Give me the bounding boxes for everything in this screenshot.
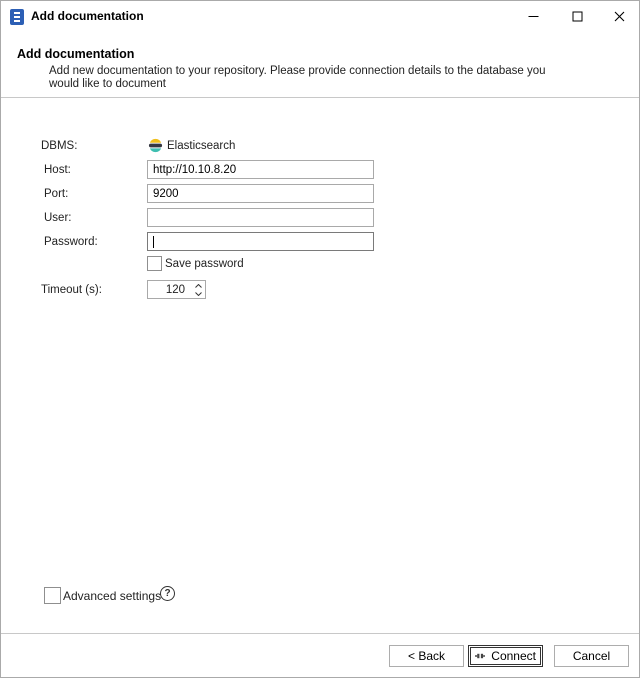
dialog-window: Add documentation Add documentation Add … [0, 0, 640, 678]
footer-divider [1, 633, 639, 634]
maximize-button[interactable] [555, 1, 599, 32]
user-label: User: [44, 212, 72, 224]
elasticsearch-icon [148, 138, 163, 153]
app-icon [10, 9, 24, 25]
password-input[interactable] [147, 232, 374, 251]
maximize-icon [572, 11, 582, 22]
port-input[interactable] [147, 184, 374, 203]
close-button[interactable] [597, 1, 640, 32]
user-input[interactable] [147, 208, 374, 227]
timeout-label: Timeout (s): [41, 284, 102, 296]
timeout-value: 120 [165, 284, 185, 296]
page-title: Add documentation [17, 47, 135, 61]
advanced-settings-checkbox[interactable] [44, 587, 61, 604]
title-bar: Add documentation [1, 1, 639, 32]
save-password-checkbox[interactable] [147, 256, 162, 271]
cancel-button[interactable]: Cancel [554, 645, 629, 667]
minimize-button[interactable] [511, 1, 555, 32]
save-password-label: Save password [165, 258, 244, 270]
port-label: Port: [44, 188, 69, 200]
stepper-down-button[interactable] [193, 290, 203, 297]
plug-icon [475, 653, 486, 659]
host-input[interactable] [147, 160, 374, 179]
page-description: Add new documentation to your repository… [49, 65, 546, 90]
dbms-label: DBMS: [41, 140, 78, 152]
stepper-up-button[interactable] [193, 282, 203, 289]
minimize-icon [528, 16, 538, 17]
back-button[interactable]: < Back [389, 645, 464, 667]
timeout-stepper[interactable]: 120 [147, 280, 206, 299]
connect-button-label: Connect [491, 649, 536, 663]
chevron-down-icon [194, 291, 202, 296]
dbms-name: Elasticsearch [167, 139, 236, 152]
close-icon [614, 11, 624, 22]
host-label: Host: [44, 164, 71, 176]
password-label: Password: [44, 236, 98, 248]
text-cursor [153, 236, 154, 248]
window-title: Add documentation [31, 9, 144, 23]
chevron-up-icon [194, 283, 202, 288]
dbms-value: Elasticsearch [148, 138, 235, 153]
wizard-header: Add documentation Add new documentation … [1, 32, 639, 98]
advanced-settings-label: Advanced settings [63, 589, 162, 603]
connect-button[interactable]: Connect [468, 645, 543, 667]
help-icon[interactable]: ? [160, 586, 175, 601]
